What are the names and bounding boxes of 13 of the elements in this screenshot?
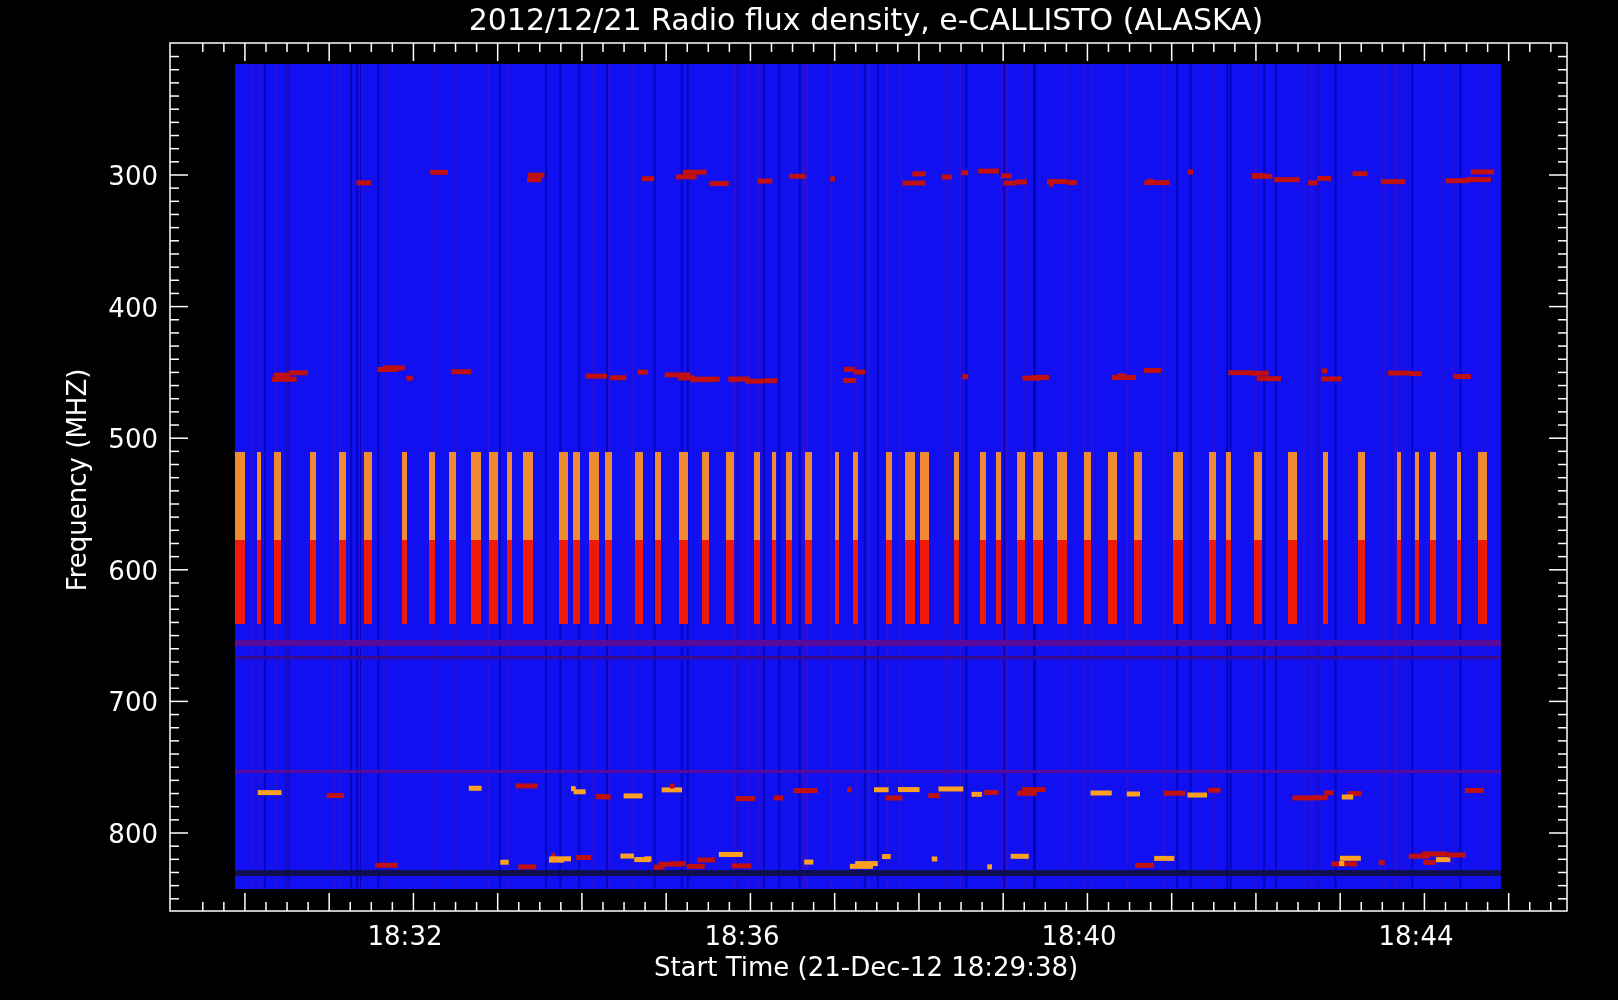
y-tick-label: 700	[108, 687, 158, 718]
y-tick-label: 400	[108, 292, 158, 323]
x-tick-label: 18:40	[1041, 921, 1117, 951]
y-tick-label: 500	[108, 424, 158, 455]
y-tick-label: 600	[108, 555, 158, 586]
x-tick-label: 18:44	[1378, 921, 1454, 951]
y-axis-label: Frequency (MHZ)	[62, 368, 92, 592]
y-tick-label: 300	[108, 161, 158, 191]
x-tick-label: 18:36	[704, 921, 780, 951]
y-tick-label: 800	[108, 819, 158, 849]
chart-title: 2012/12/21 Radio flux density, e-CALLISTO (ALASKA)	[468, 2, 1264, 37]
x-axis-label: Start Time (21-Dec-12 18:29:38)	[653, 952, 1079, 982]
x-tick-label: 18:32	[367, 921, 443, 951]
